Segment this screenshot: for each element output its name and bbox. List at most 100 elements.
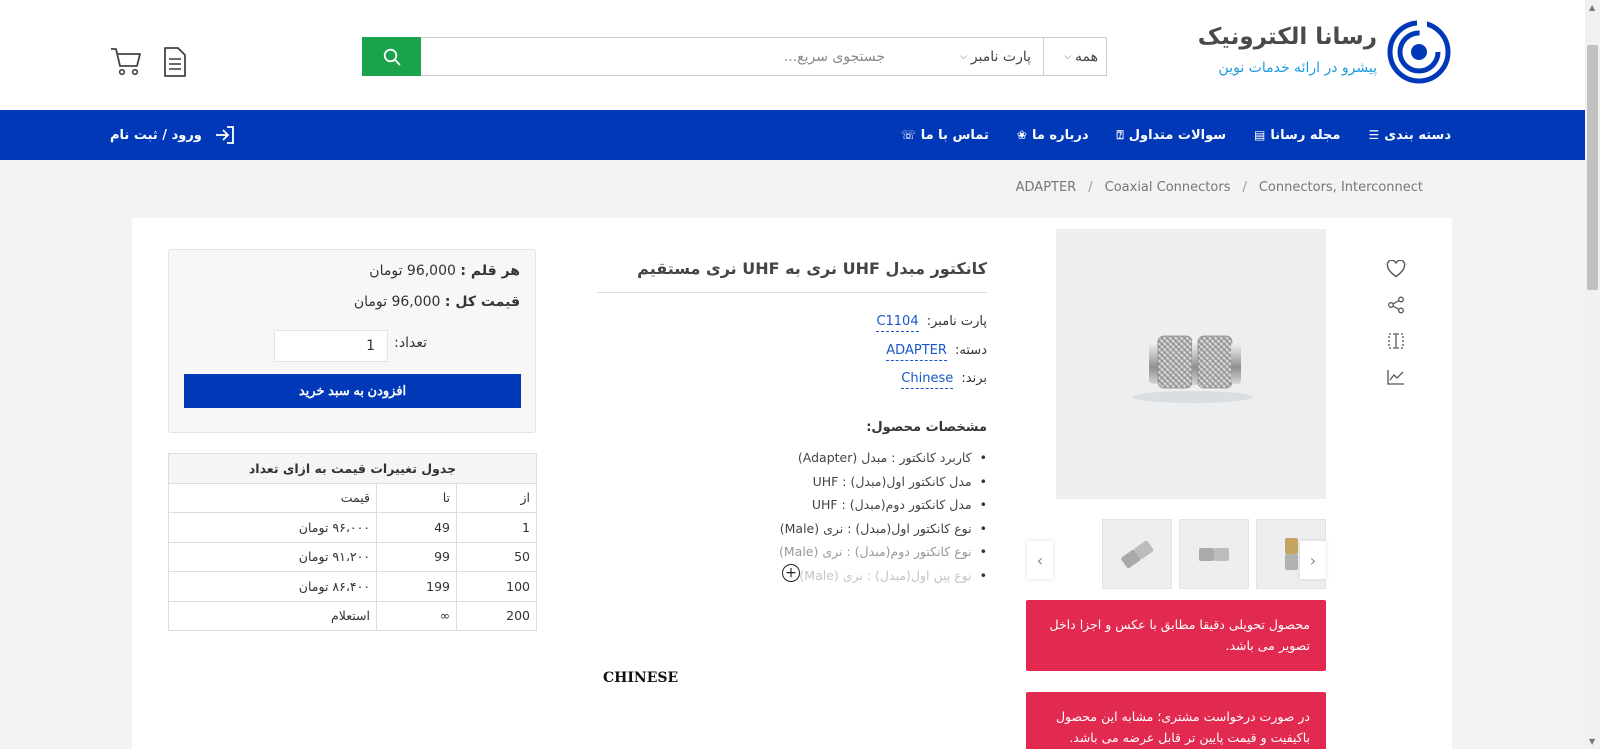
column-header-to: تا: [376, 482, 457, 513]
column-header-price: قیمت: [168, 482, 377, 513]
table-row: 1 49 ۹۶،۰۰۰ تومان: [168, 512, 537, 543]
breadcrumb-separator: /: [1088, 180, 1093, 195]
chevron-down-icon: ⌵: [960, 51, 967, 62]
cell-price: ۹۱،۲۰۰ تومان: [168, 541, 377, 572]
breadcrumb-item[interactable]: Coaxial Connectors: [1105, 180, 1231, 195]
cell-price: استعلام: [168, 600, 377, 631]
column-header-from: از: [456, 482, 537, 513]
page-scrollbar[interactable]: ▲ ▼: [1585, 0, 1600, 749]
part-number-filter[interactable]: پارت نامبر ⌵: [960, 38, 1031, 75]
cell-from: 1: [456, 512, 537, 543]
chevron-right-icon: ›: [1309, 550, 1317, 570]
cell-from: 200: [456, 600, 537, 631]
filter-divider: [1043, 38, 1044, 75]
quantity-input[interactable]: [274, 330, 388, 362]
add-to-cart-button[interactable]: افزودن به سبد خرید: [184, 374, 521, 408]
main-navigation: ☰ دسته بندی ▤ مجله رسانا ⍰ سوالات متداول…: [0, 110, 1585, 160]
scroll-up-icon[interactable]: ▲: [1589, 3, 1595, 12]
quantity-label: تعداد:: [394, 335, 427, 351]
cell-to: 49: [376, 512, 457, 543]
nav-item-label: درباره ما: [1031, 127, 1089, 143]
search-icon: [383, 48, 400, 65]
login-label: ورود / ثبت نام: [110, 127, 202, 143]
spec-item: مدل کانکتور دوم(مبدل) : UHF: [587, 493, 987, 517]
search-bar: پارت نامبر ⌵ همه ⌵: [362, 37, 1107, 76]
spec-item: نوع کانکتور اول(مبدل) : نری (Male): [587, 517, 987, 541]
nav-item-categories[interactable]: ☰ دسته بندی: [1368, 128, 1451, 143]
breadcrumb-item[interactable]: ADAPTER: [1016, 180, 1077, 195]
notice-image-accuracy: محصول تحویلی دقیقا مطابق با عکس و اجزا د…: [1026, 600, 1326, 671]
part-number-link[interactable]: C1104: [876, 314, 919, 332]
unit-price: هر قلم : 96,000 تومان: [369, 263, 520, 279]
cart-button[interactable]: [110, 47, 142, 81]
nav-item-faq[interactable]: ⍰ سوالات متداول: [1117, 128, 1227, 143]
chevron-down-icon: ⌵: [1064, 51, 1072, 62]
cell-to: 199: [376, 571, 457, 602]
price-tier-table: جدول تغییرات قیمت به ازای تعداد از تا قی…: [168, 453, 537, 631]
search-input[interactable]: [423, 38, 893, 75]
nav-item-contact[interactable]: ☏ تماس با ما: [901, 128, 989, 143]
document-list-icon: [164, 47, 186, 77]
total-price-value: 96,000 تومان: [353, 294, 441, 310]
heart-icon: [1386, 260, 1406, 278]
brand-link[interactable]: Chinese: [901, 371, 954, 389]
share-button[interactable]: [1385, 294, 1407, 316]
brand-label: برند:: [961, 371, 987, 386]
category-filter[interactable]: همه ⌵: [1064, 38, 1098, 75]
product-title: کانکتور مبدل UHF نری به UHF نری مستقیم: [637, 259, 987, 278]
site-logo[interactable]: رسانا الکترونیک پیشرو در ارائه خدمات نوی…: [1197, 20, 1451, 84]
cell-price: ۹۶،۰۰۰ تومان: [168, 512, 377, 543]
specs-title: مشخصات محصول:: [866, 420, 987, 435]
contact-icon: ☏: [900, 128, 916, 142]
breadcrumb-item[interactable]: Connectors, Interconnect: [1259, 180, 1423, 195]
category-row: دسته: ADAPTER: [886, 343, 987, 361]
question-icon: ⍰: [1116, 127, 1124, 142]
expand-cursor-icon[interactable]: +: [782, 564, 800, 582]
cell-from: 100: [456, 571, 537, 602]
thumbnail-next-button[interactable]: ›: [1300, 541, 1326, 579]
site-header: رسانا الکترونیک پیشرو در ارائه خدمات نوی…: [0, 0, 1585, 110]
unit-price-label: هر قلم :: [460, 263, 520, 279]
cart-icon: [111, 48, 141, 76]
spec-item: کاربرد کانکتور : مبدل (Adapter): [587, 446, 987, 470]
spec-item: مدل کانکتور اول(مبدل) : UHF: [587, 470, 987, 494]
notice-alternative-offer: در صورت درخواست مشتری؛ مشابه این محصول ب…: [1026, 692, 1326, 749]
login-register-link[interactable]: ورود / ثبت نام: [110, 110, 236, 160]
newspaper-icon: ▤: [1254, 128, 1266, 142]
breadcrumb-separator: /: [1242, 180, 1247, 195]
nav-item-label: دسته بندی: [1384, 127, 1451, 143]
table-row: 200 ∞ استعلام: [168, 600, 537, 631]
nav-item-magazine[interactable]: ▤ مجله رسانا: [1254, 128, 1340, 143]
category-link[interactable]: ADAPTER: [886, 343, 947, 361]
table-row: 100 199 ۸۶،۴۰۰ تومان: [168, 571, 537, 602]
scrollbar-thumb[interactable]: [1587, 45, 1598, 290]
product-thumbnail[interactable]: [1179, 519, 1249, 589]
award-icon: ❀: [1016, 128, 1027, 142]
product-main-image[interactable]: [1056, 229, 1326, 499]
product-thumbnail[interactable]: [1102, 519, 1172, 589]
compare-button[interactable]: [1385, 330, 1407, 352]
nav-item-label: سوالات متداول: [1128, 127, 1227, 143]
part-number-filter-label: پارت نامبر: [970, 48, 1031, 65]
wishlist-button[interactable]: [1385, 258, 1407, 280]
part-number-label: پارت نامبر:: [926, 314, 987, 329]
invoice-button[interactable]: [163, 47, 187, 81]
scroll-down-icon[interactable]: ▼: [1589, 737, 1595, 746]
category-label: دسته:: [955, 343, 987, 358]
thumbnail-prev-button[interactable]: ‹: [1027, 541, 1053, 579]
total-price-label: قیمت کل :: [444, 294, 520, 310]
logo-title: رسانا الکترونیک: [1197, 24, 1377, 50]
unit-price-value: 96,000 تومان: [369, 263, 456, 279]
nav-item-about[interactable]: ❀ درباره ما: [1017, 128, 1089, 143]
cell-price: ۸۶،۴۰۰ تومان: [168, 571, 377, 602]
search-button[interactable]: [362, 37, 421, 76]
thumbnail-image: [1199, 548, 1229, 561]
category-filter-label: همه: [1075, 48, 1098, 65]
login-icon: [215, 126, 234, 144]
total-price: قیمت کل : 96,000 تومان: [354, 294, 520, 310]
price-chart-button[interactable]: [1385, 366, 1407, 388]
connector-image: [1133, 335, 1253, 403]
price-table-caption: جدول تغییرات قیمت به ازای تعداد: [168, 453, 537, 484]
brand-heading: CHINESE: [603, 670, 679, 686]
cell-from: 50: [456, 541, 537, 572]
